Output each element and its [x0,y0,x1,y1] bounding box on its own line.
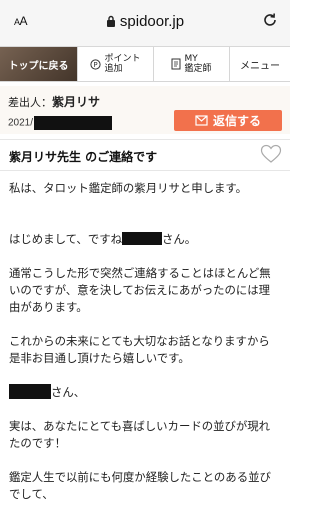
paragraph: 通常こうした形で突然ご連絡することはほとんど無いのですが、意を決してお伝えにあが… [9,266,271,314]
greeting-text: はじめまして、ですね [9,232,122,246]
message-header: 差出人：紫月リサ 2021/ 返信する [0,86,290,134]
nav-home-button[interactable]: トップに戻る [0,47,78,81]
paragraph: 実は、あなたにとても喜ばしいカードの並びが現れたのです！ [9,419,271,450]
url-display[interactable]: spidoor.jp [0,13,290,30]
redacted-date [34,116,113,130]
document-icon [171,58,181,70]
paragraph: 鑑定人生で以前にも何度か経験したことのある並びでして、 [9,470,271,501]
redacted-name [9,384,51,399]
redacted-name [122,232,162,245]
nav-menu-label: メニュー [240,60,280,72]
nav-mypage-button[interactable]: MY 鑑定師 [154,47,230,81]
nav-points-label-1: ポイント [104,54,141,64]
address-suffix: さん、 [51,385,86,399]
nav-points-button[interactable]: P ポイント 追加 [78,47,154,81]
sender-line: 差出人：紫月リサ [8,93,100,110]
reply-button-label: 返信する [212,114,261,128]
lock-icon [106,15,115,27]
message-subject: 紫月リサ先生 のご連絡です [9,150,158,164]
greeting-paragraph: はじめまして、ですね さん。 [9,231,281,248]
site-nav: トップに戻る P ポイント 追加 MY 鑑定師 メニュー [0,47,290,82]
message-body: 私は、タロット鑑定師の紫月リサと申します。 はじめまして、ですね さん。 通常こう… [9,180,281,503]
paragraph: 私は、タロット鑑定師の紫月リサと申します。 [9,181,248,195]
message-date: 2021/ [8,116,113,130]
reply-button[interactable]: 返信する [174,110,282,131]
nav-points-label-2: 追加 [104,64,123,74]
paragraph: これからの未来にとても大切なお話となりますから是非お目通し頂けたら嬉しいです。 [9,334,270,365]
date-prefix: 2021/ [8,117,34,129]
nav-mypage-label-2: 鑑定師 [184,64,212,74]
subject-row: 紫月リサ先生 のご連絡です [0,139,290,171]
sender-prefix: 差出人： [8,96,52,109]
nav-mypage-label-1: MY [184,54,198,64]
reply-icon [195,115,208,126]
heart-icon[interactable] [260,144,282,164]
address-paragraph: さん、 [9,384,281,401]
browser-address-bar[interactable]: AA spidoor.jp [0,0,290,47]
points-icon: P [90,58,102,70]
sender-name: 紫月リサ [52,95,101,109]
nav-home-label: トップに戻る [8,60,69,72]
greeting-suffix: さん。 [162,232,197,246]
reload-icon[interactable] [262,12,278,28]
nav-menu-button[interactable]: メニュー [230,47,290,81]
svg-text:P: P [94,61,98,69]
url-text: spidoor.jp [119,13,185,30]
